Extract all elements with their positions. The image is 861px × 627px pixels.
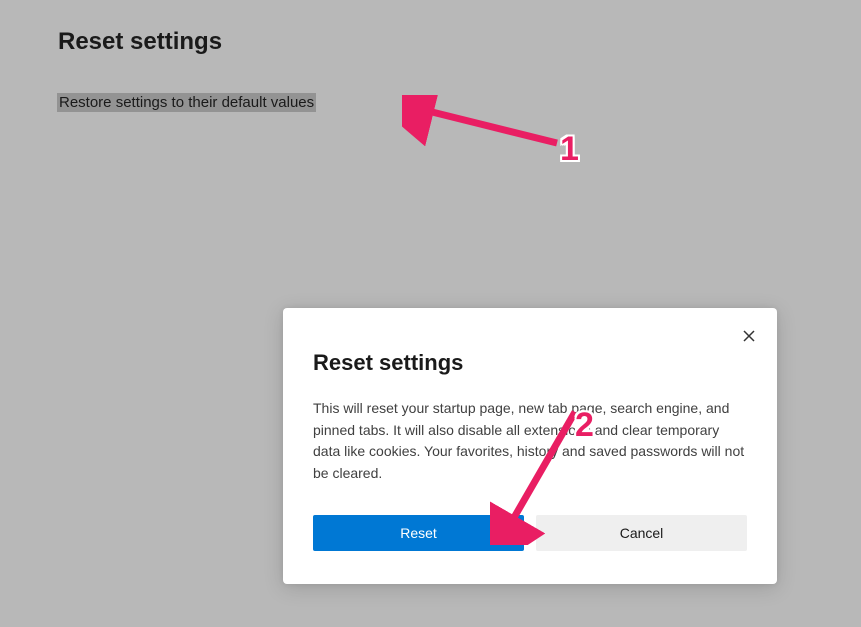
reset-button[interactable]: Reset [313,515,524,551]
annotation-arrow-1 [402,95,572,155]
dialog-buttons: Reset Cancel [313,515,747,551]
restore-settings-link[interactable]: Restore settings to their default values [57,93,316,112]
cancel-button[interactable]: Cancel [536,515,747,551]
close-icon [743,330,755,342]
reset-settings-dialog: Reset settings This will reset your star… [283,308,777,584]
annotation-label-1: 1 [560,130,579,169]
dialog-body-text: This will reset your startup page, new t… [313,398,747,485]
close-button[interactable] [739,326,759,346]
dialog-title: Reset settings [313,350,747,376]
page-title: Reset settings [58,28,222,56]
